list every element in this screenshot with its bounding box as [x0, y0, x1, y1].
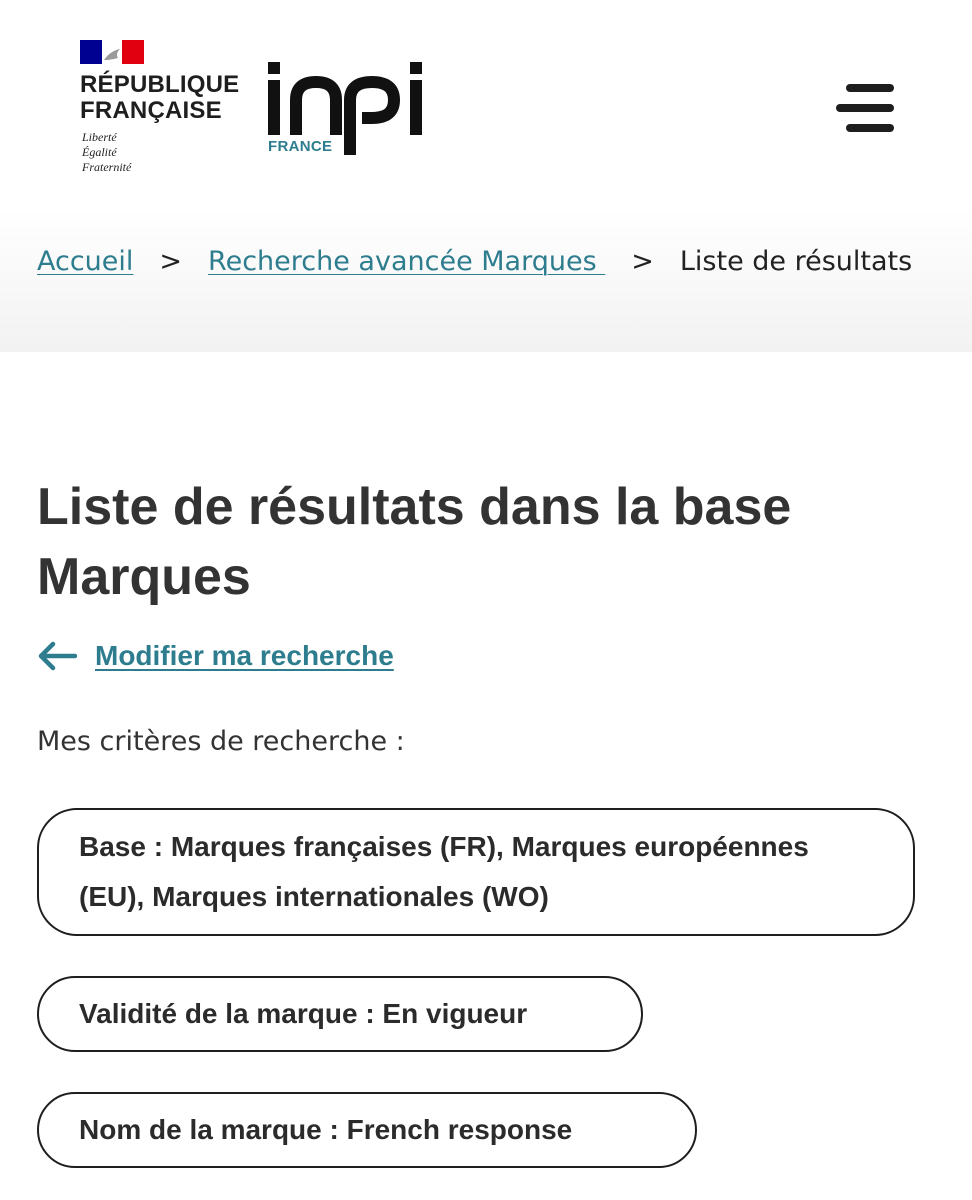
motto-fraternite: Fraternité — [82, 160, 132, 174]
menu-button[interactable] — [832, 80, 898, 136]
arrow-left-icon — [38, 641, 77, 671]
republique-francaise-name: RÉPUBLIQUE FRANÇAISE — [80, 72, 239, 124]
hamburger-menu-icon — [836, 84, 894, 132]
republique-francaise-logo[interactable]: RÉPUBLIQUE FRANÇAISE Liberté Égalité Fra… — [80, 40, 240, 180]
marianne-flag-icon — [80, 40, 144, 64]
republique-motto: Liberté Égalité Fraternité — [82, 130, 131, 175]
motto-egalite: Égalité — [82, 145, 117, 159]
criteria-chip-validite: Validité de la marque : En vigueur — [37, 976, 643, 1052]
site-header: RÉPUBLIQUE FRANÇAISE Liberté Égalité Fra… — [0, 0, 972, 210]
breadcrumb-separator: > — [631, 246, 654, 277]
breadcrumb-current-page: Liste de résultats — [679, 246, 913, 277]
rf-name-line2: FRANÇAISE — [80, 97, 222, 124]
breadcrumb-link-recherche-avancee[interactable]: Recherche avancée Marques — [208, 246, 605, 277]
inpi-logo[interactable]: FRANCE — [266, 60, 436, 160]
breadcrumb-link-accueil[interactable]: Accueil — [37, 246, 133, 277]
criteria-chip-base: Base : Marques françaises (FR), Marques … — [37, 808, 915, 936]
modify-search-label: Modifier ma recherche — [95, 640, 394, 671]
breadcrumb: Accueil > Recherche avancée Marques > Liste… — [37, 242, 912, 282]
motto-liberte: Liberté — [82, 130, 117, 144]
page-title: Liste de résultats dans la base Marques — [37, 478, 792, 606]
breadcrumb-separator: > — [159, 246, 183, 277]
inpi-logo-subtitle: FRANCE — [268, 138, 333, 155]
search-criteria-label: Mes critères de recherche : — [37, 726, 405, 757]
modify-search-link[interactable]: Modifier ma recherche — [37, 632, 394, 680]
rf-name-line1: RÉPUBLIQUE — [80, 71, 240, 98]
criteria-chip-nom: Nom de la marque : French response — [37, 1092, 697, 1168]
